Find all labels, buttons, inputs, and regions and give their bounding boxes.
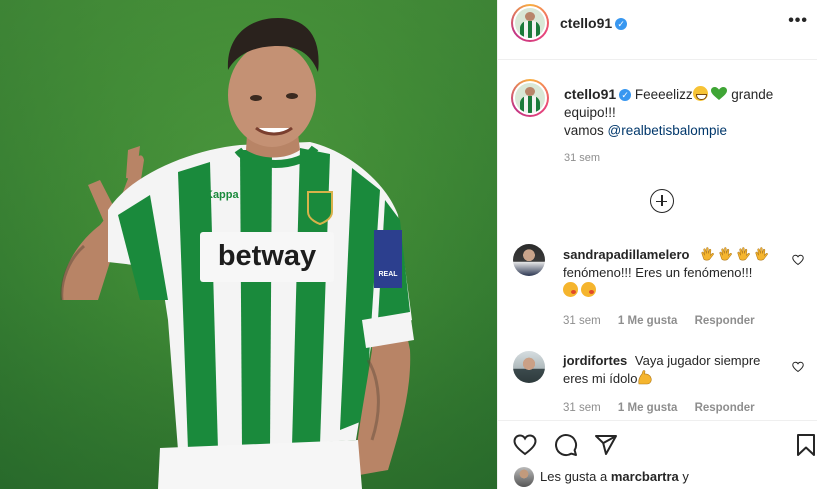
caption-line-3: vamos	[564, 123, 604, 138]
liked-by-avatar[interactable]	[514, 467, 534, 487]
heart-icon[interactable]	[513, 433, 537, 457]
clapping-hands-icon	[701, 247, 714, 261]
svg-text:REAL: REAL	[378, 271, 398, 278]
caption-line-1: Feeeelizz	[634, 87, 693, 102]
commenter-avatar[interactable]	[513, 351, 545, 383]
kissing-face-icon	[581, 282, 596, 297]
comment-like-heart-icon[interactable]	[792, 254, 804, 266]
comment-body: fenómeno!!! Eres un fenómeno!!!	[563, 265, 753, 280]
verified-badge-icon: ✓	[615, 18, 628, 30]
comment-meta: 31 sem 1 Me gusta Responder	[563, 315, 769, 327]
reply-button[interactable]: Responder	[695, 315, 755, 327]
comment-text: jordifortes Vaya jugador siempre eres mi…	[563, 352, 783, 388]
comment-like-heart-icon[interactable]	[792, 361, 804, 373]
caption-timestamp[interactable]: 31 sem	[564, 152, 600, 164]
caption-username[interactable]: ctello91 ✓	[564, 86, 632, 102]
caption-mention-link[interactable]: @realbetisbalompie	[608, 123, 728, 138]
player-photo: betway Kappa REAL	[60, 18, 414, 489]
comment-likes-count[interactable]: 1 Me gusta	[618, 402, 677, 414]
ellipsis-icon[interactable]: •••	[788, 12, 808, 30]
post-side-panel: ctello91 ✓ ••• ctello91 ✓ Feeeelizz grande…	[497, 0, 817, 489]
shirt-sponsor: betway	[218, 240, 316, 272]
caption-text: ctello91 ✓ Feeeelizz grande equipo!!! vam…	[564, 85, 794, 140]
liked-by-username[interactable]: marcbartra	[611, 469, 679, 484]
clapping-hands-icon	[755, 247, 768, 261]
clapping-hands-icon	[737, 247, 750, 261]
post-photo[interactable]: betway Kappa REAL	[0, 0, 497, 489]
post-actions-bar: Les gusta a marcbartra y	[498, 420, 817, 489]
comment-icon[interactable]	[554, 433, 578, 457]
clapping-hands-icon	[719, 247, 732, 261]
reply-button[interactable]: Responder	[695, 402, 755, 414]
bookmark-icon[interactable]	[794, 433, 817, 457]
grinning-face-icon	[692, 86, 708, 101]
commenter-username[interactable]: sandrapadillamelero	[563, 247, 689, 262]
author-username[interactable]: ctello91 ✓	[560, 15, 628, 31]
liked-by-summary: Les gusta a marcbartra y	[514, 467, 689, 487]
caption-author-avatar[interactable]	[511, 79, 549, 117]
comment-likes-count[interactable]: 1 Me gusta	[618, 315, 677, 327]
comment-timestamp[interactable]: 31 sem	[563, 402, 601, 414]
liked-by-prefix: Les gusta a	[540, 469, 608, 484]
liked-by-suffix: y	[682, 469, 689, 484]
commenter-avatar[interactable]	[513, 244, 545, 276]
author-avatar[interactable]	[511, 4, 549, 42]
svg-text:Kappa: Kappa	[205, 189, 240, 201]
post-header: ctello91 ✓ •••	[498, 0, 817, 60]
comment-timestamp[interactable]: 31 sem	[563, 315, 601, 327]
kissing-face-icon	[563, 282, 578, 297]
commenter-username[interactable]: jordifortes	[563, 353, 627, 368]
flexed-biceps-icon	[638, 370, 652, 385]
share-icon[interactable]	[594, 433, 618, 457]
comment-text: sandrapadillamelero fenómeno!!! Eres un …	[563, 246, 783, 300]
verified-badge-icon: ✓	[619, 89, 632, 101]
plus-circle-icon[interactable]	[650, 189, 674, 213]
comment-meta: 31 sem 1 Me gusta Responder	[563, 402, 769, 414]
green-heart-icon	[711, 87, 728, 101]
